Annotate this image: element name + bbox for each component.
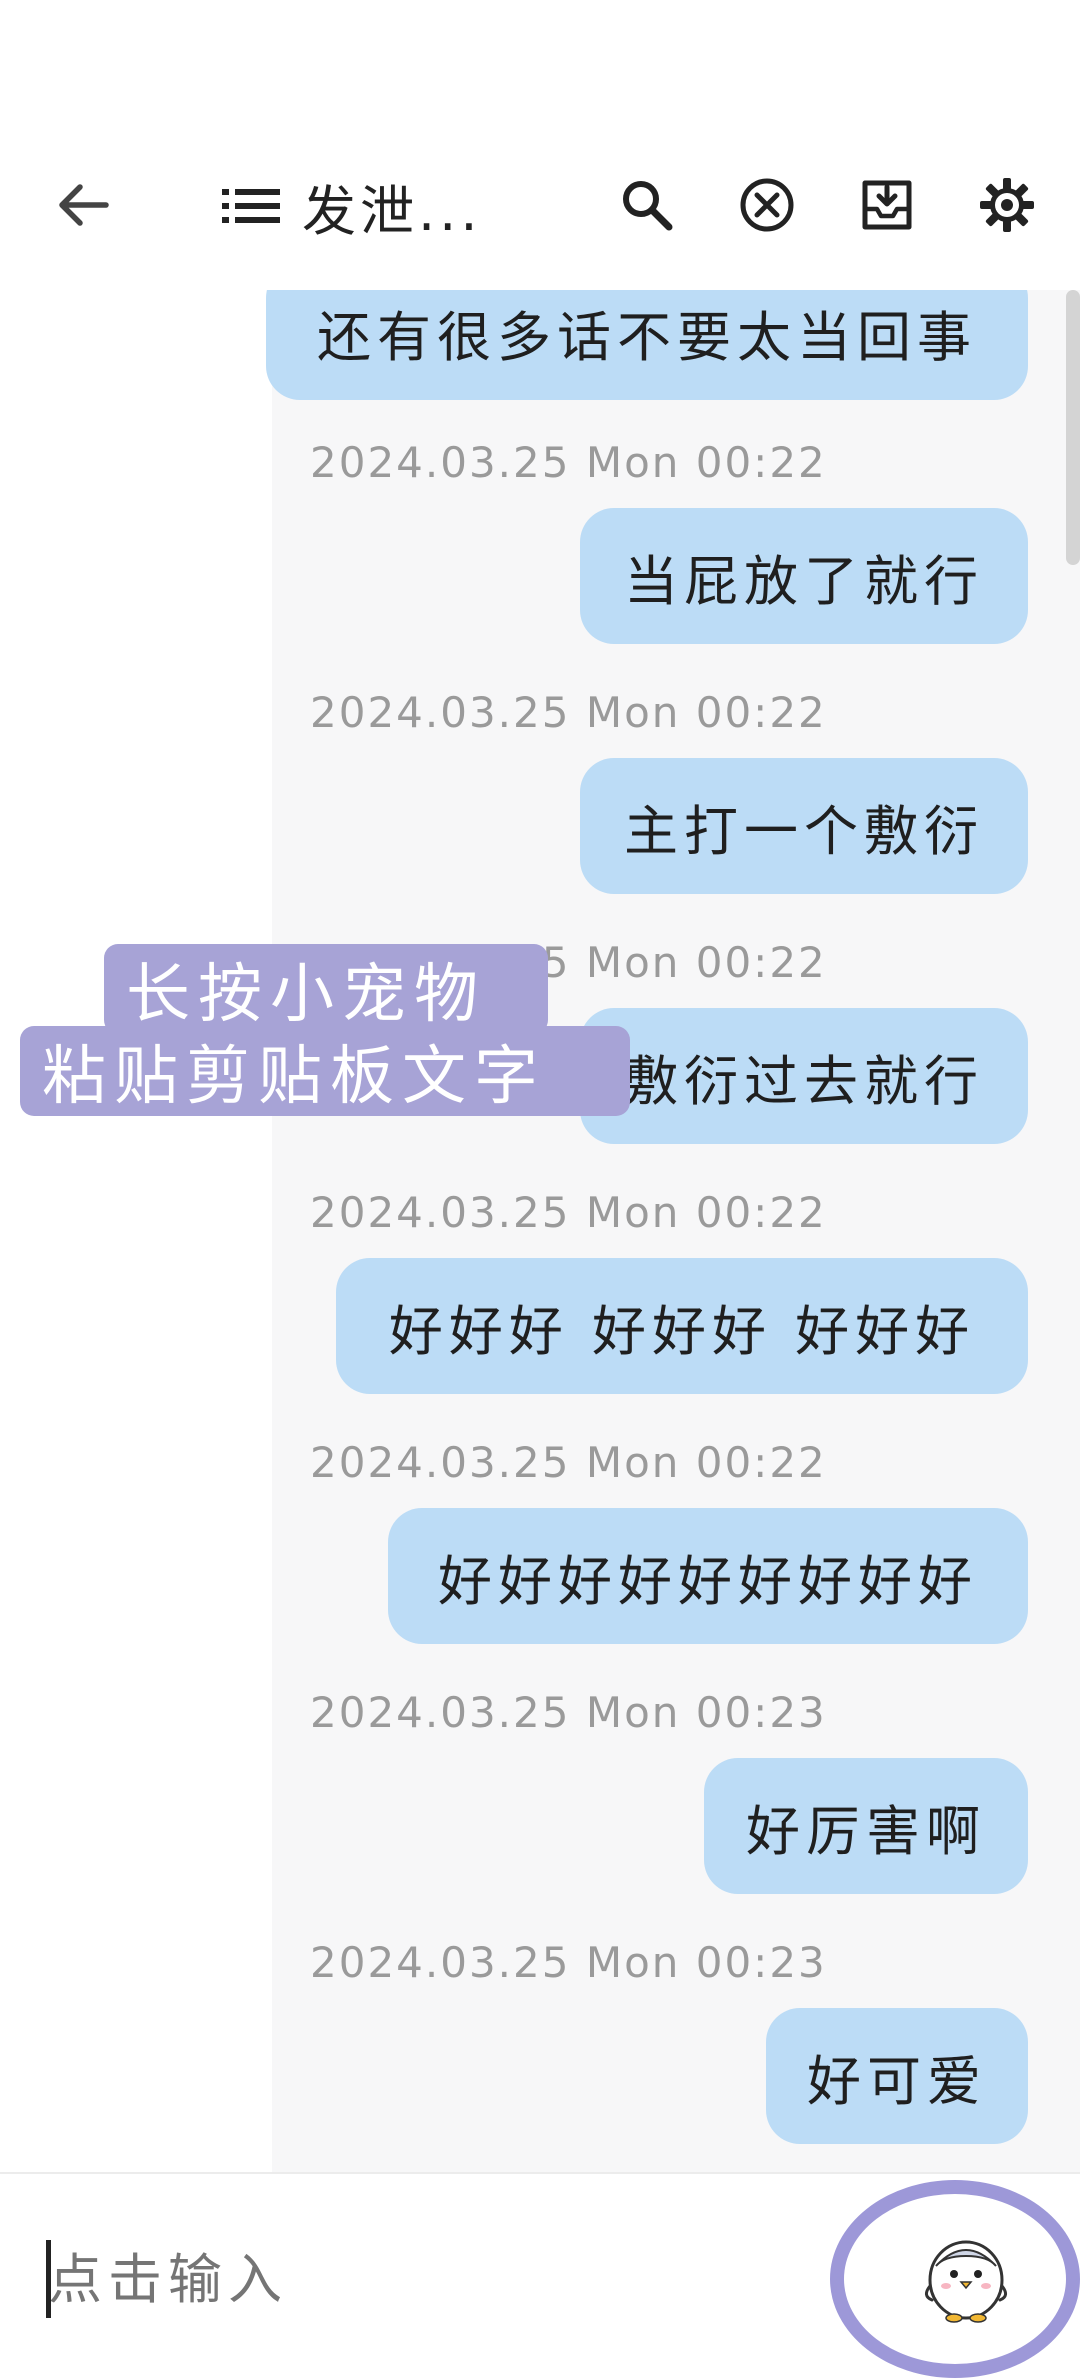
message-bubble[interactable]: 好好好 好好好 好好好 — [336, 1258, 1028, 1394]
pet-button[interactable] — [918, 2226, 1014, 2326]
message-bubble[interactable]: 主打一个敷衍 — [580, 758, 1028, 894]
gear-icon — [980, 178, 1034, 232]
conversation-title-button[interactable]: 发泄... — [222, 168, 482, 244]
message-bubble[interactable]: 好厉害啊 — [704, 1758, 1028, 1894]
search-button[interactable] — [607, 165, 687, 245]
list-icon — [222, 189, 280, 223]
penguin-pet-icon — [925, 2240, 1007, 2323]
message-timestamp: 2024.03.25 Mon 00:22 — [310, 688, 827, 737]
message-timestamp: 2024.03.25 Mon 00:22 — [310, 438, 827, 487]
export-button[interactable] — [847, 165, 927, 245]
back-button[interactable] — [44, 165, 124, 245]
settings-button[interactable] — [967, 165, 1047, 245]
overlay-caption-line1: 长按小宠物 — [104, 944, 548, 1034]
close-circle-icon — [740, 178, 794, 232]
clear-button[interactable] — [727, 165, 807, 245]
message-timestamp: 2024.03.25 Mon 00:22 — [310, 1438, 827, 1487]
message-timestamp: 2024.03.25 Mon 00:22 — [310, 1188, 827, 1237]
top-bar: 发泄... — [0, 0, 1080, 292]
back-arrow-icon — [59, 184, 109, 226]
message-bubble[interactable]: 好好好好好好好好好 — [388, 1508, 1028, 1644]
message-bubble[interactable]: 好可爱 — [766, 2008, 1028, 2144]
scrollbar[interactable] — [1066, 290, 1080, 565]
text-cursor — [46, 2240, 51, 2318]
search-icon — [623, 181, 673, 231]
message-bubble[interactable]: 当屁放了就行 — [580, 508, 1028, 644]
message-bubble[interactable]: 还有很多话不要太当回事 — [266, 290, 1028, 400]
message-timestamp: 2024.03.25 Mon 00:23 — [310, 1938, 827, 1987]
page-title: 发泄... — [302, 179, 482, 243]
message-timestamp: 2024.03.25 Mon 00:23 — [310, 1688, 827, 1737]
message-bubble[interactable]: 敷衍过去就行 — [580, 1008, 1028, 1144]
chat-area[interactable]: 还有很多话不要太当回事 2024.03.25 Mon 00:22 当屁放了就行 … — [0, 290, 1080, 2172]
overlay-caption-line2: 粘贴剪贴板文字 — [20, 1026, 630, 1116]
message-input[interactable] — [46, 2236, 810, 2322]
download-icon — [862, 180, 912, 230]
